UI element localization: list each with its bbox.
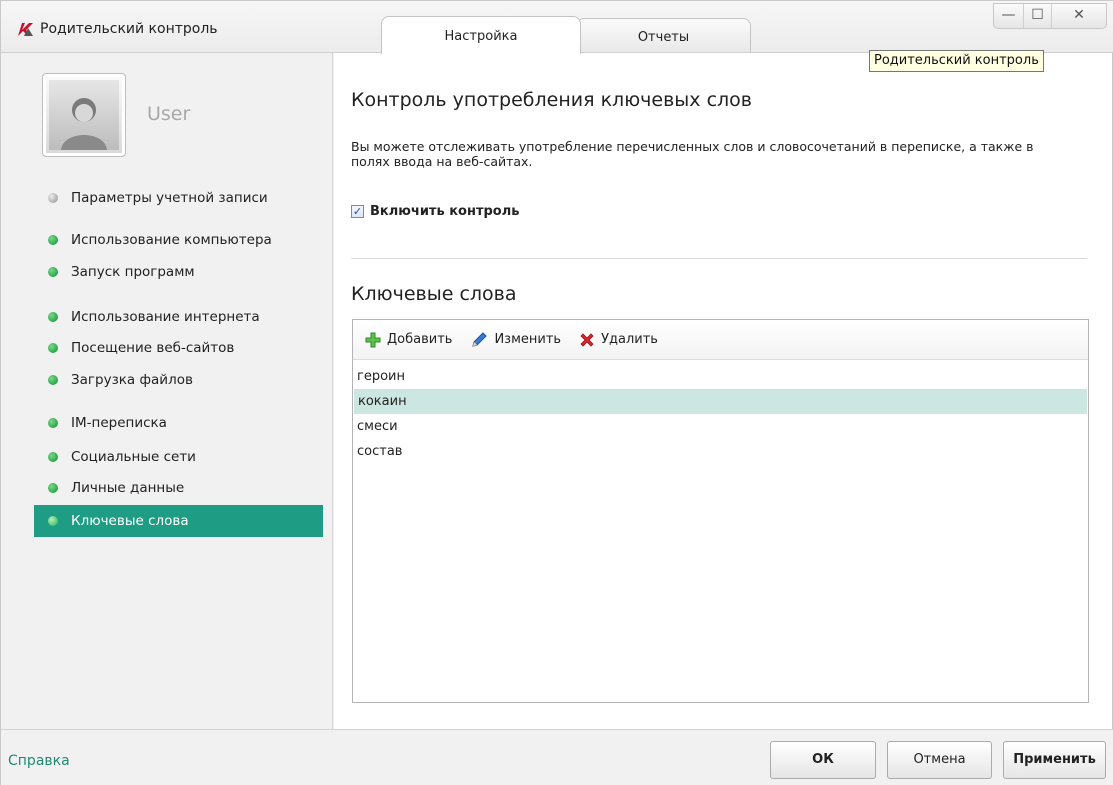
keyword-rows: героин кокаин смеси состав: [353, 360, 1088, 464]
delete-x-icon: [580, 332, 594, 347]
list-item-selected[interactable]: кокаин: [354, 389, 1087, 414]
keywords-section-title: Ключевые слова: [351, 283, 517, 305]
sidebar-item-label: Использование компьютера: [71, 232, 272, 248]
status-dot-icon: [48, 375, 58, 385]
window-controls: — ☐ ✕: [993, 3, 1107, 29]
cancel-button[interactable]: Отмена: [887, 741, 992, 779]
checkbox-checked-icon[interactable]: ✓: [351, 205, 364, 218]
sidebar-item-internet-usage[interactable]: Использование интернета: [34, 301, 323, 333]
sidebar-item-social-networks[interactable]: Социальные сети: [34, 441, 323, 473]
sidebar-item-label: IM-переписка: [71, 415, 167, 431]
sidebar-item-label: Параметры учетной записи: [71, 190, 268, 206]
delete-button-label: Удалить: [601, 332, 658, 347]
sidebar-item-label: Посещение веб-сайтов: [71, 340, 235, 356]
user-name: User: [147, 103, 191, 125]
sidebar-item-label: Запуск программ: [71, 264, 195, 280]
status-dot-icon: [48, 312, 58, 322]
add-button-label: Добавить: [387, 332, 453, 347]
app-title: Родительский контроль: [17, 21, 218, 37]
status-dot-icon: [48, 452, 58, 462]
status-dot-icon: [48, 193, 58, 203]
status-dot-icon: [48, 235, 58, 245]
sidebar-item-label: Социальные сети: [71, 449, 196, 465]
status-dot-icon: [48, 267, 58, 277]
apply-button[interactable]: Применить: [1003, 741, 1106, 779]
footer-bar: Справка ОК Отмена Применить: [1, 729, 1113, 785]
pencil-icon: [472, 331, 488, 347]
sidebar-item-label: Личные данные: [71, 480, 185, 496]
sidebar-item-personal-data[interactable]: Личные данные: [34, 472, 323, 504]
keywords-list: Добавить Изменить Удалить героин кокаин …: [352, 319, 1089, 703]
tooltip: Родительский контроль: [869, 50, 1044, 72]
sidebar: User Параметры учетной записи Использова…: [1, 53, 333, 729]
sidebar-item-keywords[interactable]: Ключевые слова: [34, 505, 323, 537]
sidebar-item-account-settings[interactable]: Параметры учетной записи: [34, 182, 323, 214]
sidebar-item-file-downloads[interactable]: Загрузка файлов: [34, 364, 323, 396]
tab-settings[interactable]: Настройка: [381, 16, 581, 54]
list-item[interactable]: героин: [353, 364, 1088, 389]
sidebar-item-program-launch[interactable]: Запуск программ: [34, 256, 323, 288]
sidebar-item-website-visits[interactable]: Посещение веб-сайтов: [34, 332, 323, 364]
maximize-button[interactable]: ☐: [1024, 4, 1052, 28]
kaspersky-logo-icon: [18, 22, 33, 36]
help-link[interactable]: Справка: [8, 753, 70, 769]
status-dot-icon: [48, 418, 58, 428]
sidebar-item-label: Загрузка файлов: [71, 372, 193, 388]
enable-control-label[interactable]: Включить контроль: [370, 204, 519, 219]
divider: [351, 258, 1087, 259]
sidebar-item-label: Ключевые слова: [71, 513, 189, 529]
delete-button[interactable]: Удалить: [579, 332, 658, 348]
status-dot-icon: [48, 483, 58, 493]
description-text: Вы можете отслеживать употребление переч…: [351, 139, 1034, 169]
add-button[interactable]: Добавить: [365, 332, 452, 348]
parental-control-window: Родительский контроль Настройка Отчеты —…: [0, 0, 1113, 785]
list-toolbar: Добавить Изменить Удалить: [353, 320, 1088, 360]
sidebar-item-computer-usage[interactable]: Использование компьютера: [34, 224, 323, 256]
list-item[interactable]: смеси: [353, 414, 1088, 439]
tab-reports[interactable]: Отчеты: [576, 18, 751, 52]
window-title: Родительский контроль: [40, 21, 218, 37]
sidebar-item-im-messaging[interactable]: IM-переписка: [34, 407, 323, 439]
edit-button-label: Изменить: [494, 332, 562, 347]
edit-button[interactable]: Изменить: [470, 331, 561, 349]
avatar[interactable]: [42, 73, 126, 157]
add-plus-icon: [365, 332, 381, 347]
list-item[interactable]: состав: [353, 439, 1088, 464]
ok-button[interactable]: ОК: [770, 741, 876, 779]
sidebar-item-label: Использование интернета: [71, 309, 260, 325]
close-button[interactable]: ✕: [1052, 4, 1106, 28]
user-silhouette-icon: [49, 80, 119, 150]
page-title: Контроль употребления ключевых слов: [351, 89, 752, 111]
title-bar: Родительский контроль Настройка Отчеты —…: [1, 1, 1113, 54]
main-panel: Контроль употребления ключевых слов Вы м…: [334, 53, 1112, 729]
enable-control-checkbox[interactable]: ✓ Включить контроль: [351, 204, 519, 219]
status-dot-icon: [48, 516, 58, 526]
status-dot-icon: [48, 343, 58, 353]
minimize-button[interactable]: —: [994, 4, 1024, 28]
